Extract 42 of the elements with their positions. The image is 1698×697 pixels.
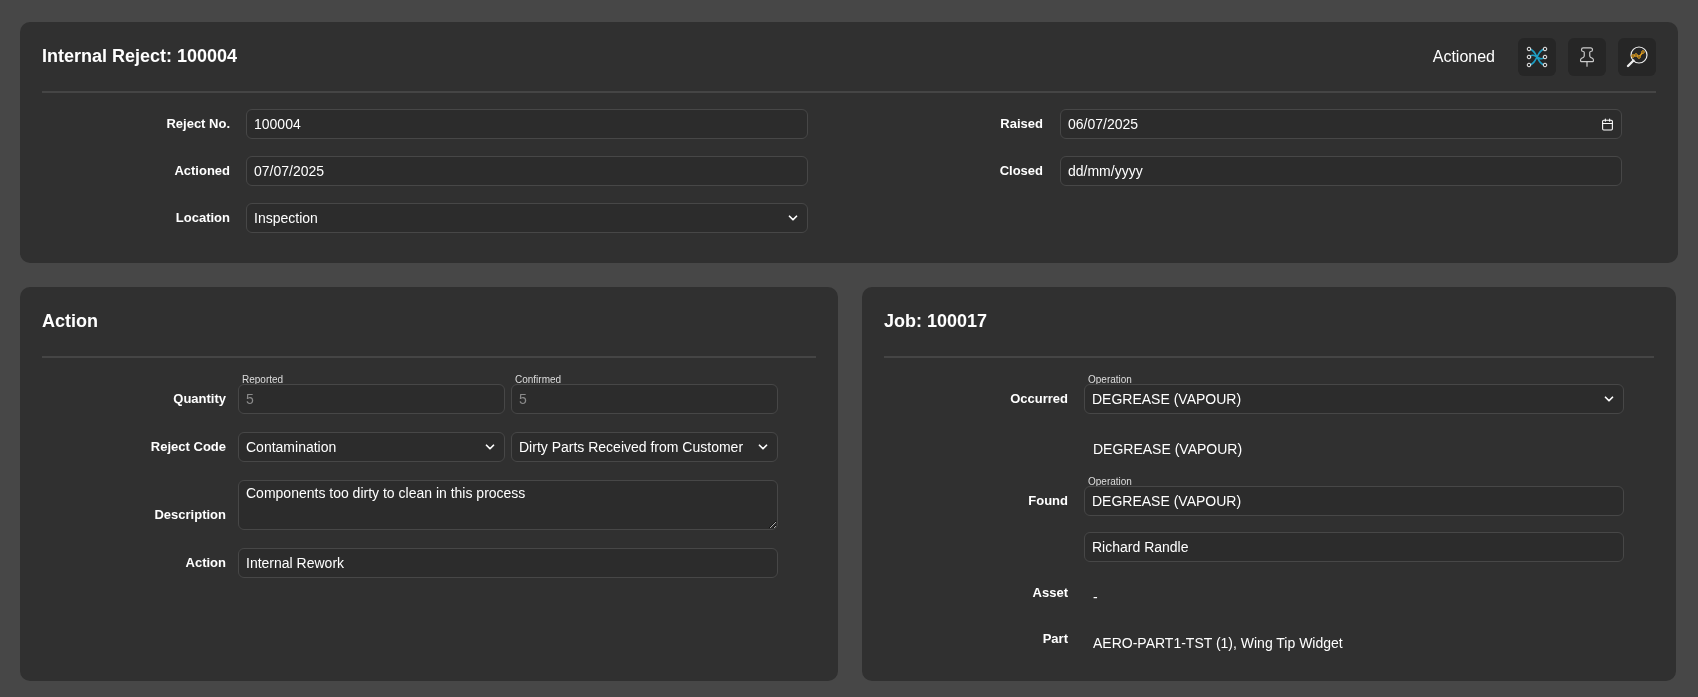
network-icon — [1525, 44, 1549, 69]
chart-search-button[interactable] — [1618, 37, 1656, 76]
select-field[interactable]: Contamination — [238, 432, 505, 462]
input-field[interactable]: Internal Rework — [238, 548, 778, 578]
field-label: Found — [1028, 492, 1068, 511]
input-field[interactable]: dd/mm/yyyy — [1060, 156, 1622, 186]
select-field[interactable]: Dirty Parts Received from Customer — [511, 432, 778, 462]
field-label: Reject No. — [166, 115, 230, 134]
field-label: Action — [185, 554, 226, 573]
input-field[interactable]: Richard Randle — [1084, 532, 1624, 562]
field-legend: Reported — [238, 374, 288, 386]
field-label: Asset — [1032, 584, 1068, 603]
field-label: Reject Code — [150, 438, 226, 457]
field-label: Quantity — [173, 390, 226, 409]
input-field[interactable]: 100004 — [246, 109, 808, 139]
field-value: AERO-PART1-TST (1), Wing Tip Widget — [1092, 634, 1344, 653]
chart-search-icon — [1625, 44, 1649, 69]
text-area[interactable]: Components too dirty to clean in this process — [238, 480, 778, 530]
card-title: Action — [42, 310, 98, 333]
input-field[interactable]: DEGREASE (VAPOUR) — [1084, 486, 1624, 516]
field-label: Closed — [999, 162, 1043, 181]
field-label: Occurred — [1010, 390, 1068, 409]
field-label: Description — [154, 506, 226, 525]
field-label: Location — [175, 209, 230, 228]
field-value: DEGREASE (VAPOUR) — [1092, 440, 1244, 459]
network-button[interactable] — [1518, 37, 1556, 76]
input-field[interactable]: 07/07/2025 — [246, 156, 808, 186]
select-field[interactable]: DEGREASE (VAPOUR) — [1084, 384, 1624, 414]
field-label: Raised — [1000, 115, 1043, 134]
card-title: Internal Reject: 100004 — [42, 45, 239, 68]
date-field[interactable]: 06/07/2025 — [1060, 109, 1622, 139]
pin-button[interactable] — [1568, 37, 1606, 76]
field-value: - — [1092, 588, 1099, 607]
select-field[interactable]: Inspection — [246, 203, 808, 233]
field-legend: Confirmed — [511, 374, 566, 386]
status-text: Actioned — [1432, 46, 1495, 67]
calendar-icon — [1601, 117, 1614, 131]
field-legend: Operation — [1084, 374, 1136, 386]
field-legend: Operation — [1084, 476, 1136, 488]
card-title: Job: 100017 — [884, 310, 988, 333]
field-label: Actioned — [174, 162, 230, 181]
field-label: Part — [1042, 630, 1068, 649]
